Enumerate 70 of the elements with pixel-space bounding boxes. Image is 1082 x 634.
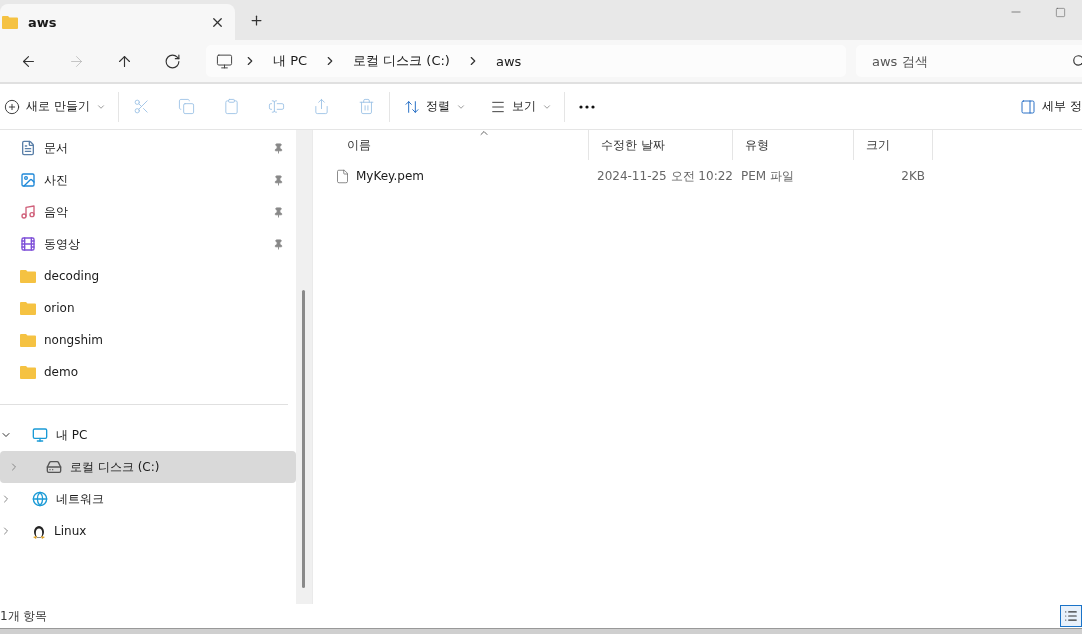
folder-icon	[20, 269, 36, 283]
network-icon	[32, 491, 48, 507]
folder-icon	[2, 15, 18, 29]
drive-icon	[46, 459, 62, 475]
nav-item[interactable]: 음악	[0, 196, 296, 228]
nav-label: Linux	[54, 524, 88, 538]
modified-date: 2024-11-25 오전 10:22	[596, 167, 733, 185]
address-bar[interactable]: 내 PC 로컬 디스크 (C:) aws	[206, 45, 846, 77]
file-name[interactable]: MyKey.pem	[356, 169, 432, 183]
nav-item[interactable]: orion	[0, 292, 296, 324]
scrollbar-thumb[interactable]	[302, 290, 305, 588]
breadcrumb[interactable]: aws	[489, 53, 528, 69]
nav-item[interactable]: decoding	[0, 260, 296, 292]
breadcrumb[interactable]: 내 PC	[267, 52, 314, 70]
maximize-icon	[1054, 6, 1066, 18]
nav-label: decoding	[44, 269, 101, 283]
folder-icon	[20, 301, 36, 315]
nav-label: 음악	[44, 203, 69, 221]
music-icon	[20, 204, 36, 220]
file-icon	[335, 168, 350, 184]
folder-tab[interactable]: aws	[0, 4, 235, 40]
nav-label: 로컬 디스크 (C:)	[70, 458, 161, 476]
nav-label: 동영상	[44, 235, 81, 253]
monitor-icon	[216, 52, 233, 70]
nav-label: demo	[44, 365, 80, 379]
item-count: 1개 항목	[0, 607, 48, 625]
folder-icon	[20, 365, 36, 379]
nav-tree-item[interactable]: 로컬 디스크 (C:)	[0, 451, 296, 483]
breadcrumb[interactable]: 로컬 디스크 (C:)	[347, 52, 456, 70]
plus-circle-icon	[4, 98, 20, 115]
document-icon	[20, 140, 36, 156]
tab-title: aws	[28, 14, 58, 30]
details-view-button[interactable]	[1060, 605, 1082, 627]
nav-tree-item[interactable]: Linux	[0, 515, 296, 547]
nav-label: 네트워크	[56, 490, 105, 508]
file-size: 2KB	[900, 169, 926, 183]
nav-tree-item[interactable]: 내 PC	[0, 419, 296, 451]
penguin-icon	[32, 523, 46, 539]
panel-icon	[1020, 98, 1037, 115]
new-button[interactable]: 새로 만들기	[2, 89, 118, 124]
nav-item[interactable]: demo	[0, 356, 296, 388]
view-button[interactable]: 보기	[477, 89, 564, 124]
details-pane-button[interactable]: 세부 정	[1008, 89, 1082, 124]
column-header[interactable]: 이름	[335, 130, 589, 160]
film-icon	[20, 236, 36, 252]
more-icon	[578, 104, 595, 109]
plus-icon	[249, 13, 264, 28]
nav-label: nongshim	[44, 333, 105, 347]
nav-label: orion	[44, 301, 76, 315]
nav-tree-item[interactable]: 네트워크	[0, 483, 296, 515]
column-header[interactable]: 크기	[854, 130, 933, 160]
column-header[interactable]: 수정한 날짜	[589, 130, 733, 160]
folder-icon	[20, 333, 36, 347]
nav-item[interactable]: nongshim	[0, 324, 296, 356]
column-header[interactable]: 유형	[733, 130, 854, 160]
new-tab-button[interactable]	[249, 13, 264, 28]
search-icon	[1072, 54, 1082, 68]
nav-label: 내 PC	[56, 426, 89, 444]
list-icon	[1064, 609, 1078, 623]
search-field[interactable]: aws 검색	[856, 45, 1082, 77]
picture-icon	[20, 172, 36, 188]
sort-arrows-icon	[403, 98, 420, 115]
sort-button[interactable]: 정렬	[389, 89, 478, 124]
file-type: PEM 파일	[740, 167, 795, 185]
nav-item[interactable]: 동영상	[0, 228, 296, 260]
nav-label: 사진	[44, 171, 69, 189]
monitor-icon	[32, 427, 48, 443]
nav-item[interactable]: 사진	[0, 164, 296, 196]
nav-item[interactable]: 문서	[0, 132, 296, 164]
nav-label: 문서	[44, 139, 69, 157]
